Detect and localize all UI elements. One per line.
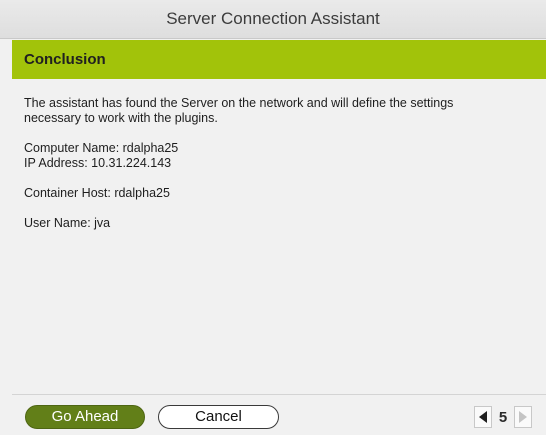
page-navigator: 5 xyxy=(474,406,532,428)
assistant-window: Server Connection Assistant Conclusion T… xyxy=(0,0,546,435)
cancel-button[interactable]: Cancel xyxy=(158,405,279,429)
container-host-text: Container Host: rdalpha25 xyxy=(24,186,170,200)
footer-bar: Go Ahead Cancel 5 xyxy=(12,395,546,435)
ip-address-text: IP Address: 10.31.224.143 xyxy=(24,156,172,170)
user-name-block: User Name: jva xyxy=(24,216,532,231)
user-name-text: User Name: jva xyxy=(24,216,111,230)
container-host-block: Container Host: rdalpha25 xyxy=(24,186,532,201)
arrow-right-icon xyxy=(519,411,527,423)
page-number: 5 xyxy=(498,408,508,426)
content-panel: The assistant has found the Server on th… xyxy=(12,80,546,394)
next-page-button[interactable] xyxy=(514,406,532,428)
previous-page-button[interactable] xyxy=(474,406,492,428)
intro-line-2: necessary to work with the plugins. xyxy=(24,111,218,125)
go-ahead-button[interactable]: Go Ahead xyxy=(25,405,145,429)
window-title: Server Connection Assistant xyxy=(0,0,546,39)
computer-name-text: Computer Name: rdalpha25 xyxy=(24,141,179,155)
intro-line-1: The assistant has found the Server on th… xyxy=(24,96,454,110)
intro-paragraph: The assistant has found the Server on th… xyxy=(24,96,532,126)
section-heading: Conclusion xyxy=(24,51,106,68)
arrow-left-icon xyxy=(479,411,487,423)
section-banner: Conclusion xyxy=(12,40,546,79)
server-info: Computer Name: rdalpha25 IP Address: 10.… xyxy=(24,141,532,171)
